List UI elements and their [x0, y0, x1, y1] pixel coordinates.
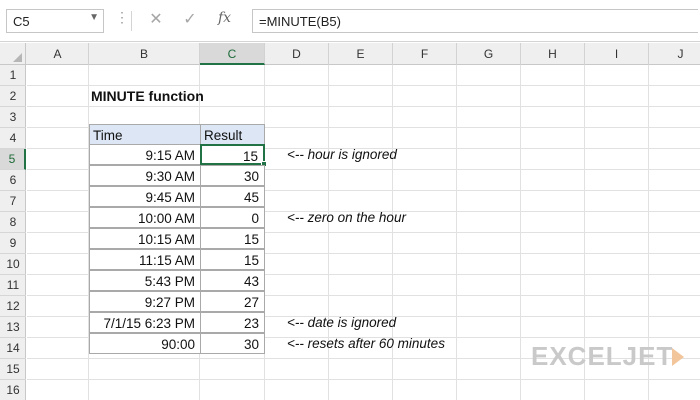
- row-header-11[interactable]: 11: [0, 275, 26, 296]
- time-cell[interactable]: 10:15 AM: [89, 228, 201, 249]
- row-headers: 1 2 3 4 5 6 7 8 9 10 11 12 13 14 15 16: [0, 65, 26, 400]
- row-header-12[interactable]: 12: [0, 296, 26, 317]
- column-header-c[interactable]: C: [200, 43, 265, 65]
- row-header-10[interactable]: 10: [0, 254, 26, 275]
- row-header-16[interactable]: 16: [0, 380, 26, 400]
- header-result[interactable]: Result: [200, 124, 265, 145]
- time-cell[interactable]: 10:00 AM: [89, 207, 201, 228]
- column-headers: ABCDEFGHIJ: [0, 43, 700, 65]
- column-header-j[interactable]: J: [649, 43, 700, 65]
- column-header-d[interactable]: D: [265, 43, 329, 65]
- column-header-b[interactable]: B: [89, 43, 200, 65]
- row-header-9[interactable]: 9: [0, 233, 26, 254]
- row-header-6[interactable]: 6: [0, 170, 26, 191]
- row-header-7[interactable]: 7: [0, 191, 26, 212]
- column-header-i[interactable]: I: [585, 43, 649, 65]
- name-box[interactable]: C5 ▼: [6, 9, 104, 33]
- more-options-icon[interactable]: ⋮: [115, 9, 129, 26]
- row-header-5[interactable]: 5: [0, 149, 26, 170]
- exceljet-logo-mark: [672, 348, 684, 366]
- annotation-note[interactable]: <-- zero on the hour: [287, 207, 406, 228]
- annotation-note[interactable]: <-- date is ignored: [287, 312, 396, 333]
- name-box-value: C5: [13, 14, 30, 29]
- selected-result-cell[interactable]: 15: [200, 144, 265, 165]
- result-cell[interactable]: 15: [200, 249, 265, 270]
- result-cell[interactable]: 27: [200, 291, 265, 312]
- row-header-2[interactable]: 2: [0, 86, 26, 107]
- time-cell[interactable]: 5:43 PM: [89, 270, 201, 291]
- row-header-1[interactable]: 1: [0, 65, 26, 86]
- annotation-note[interactable]: <-- hour is ignored: [287, 144, 397, 165]
- row-header-3[interactable]: 3: [0, 107, 26, 128]
- row-header-15[interactable]: 15: [0, 359, 26, 380]
- select-all-button[interactable]: [0, 43, 26, 65]
- column-header-a[interactable]: A: [27, 43, 89, 65]
- cancel-icon[interactable]: ✕: [146, 9, 166, 29]
- time-cell[interactable]: 9:15 AM: [89, 144, 201, 165]
- time-cell[interactable]: 7/1/15 6:23 PM: [89, 312, 201, 333]
- result-cell[interactable]: 45: [200, 186, 265, 207]
- time-cell[interactable]: 9:30 AM: [89, 165, 201, 186]
- exceljet-logo: EXCELJET: [531, 341, 674, 371]
- row-header-13[interactable]: 13: [0, 317, 26, 338]
- row-header-8[interactable]: 8: [0, 212, 26, 233]
- enter-icon[interactable]: ✓: [180, 9, 200, 29]
- time-cell[interactable]: 11:15 AM: [89, 249, 201, 270]
- row-header-4[interactable]: 4: [0, 128, 26, 149]
- chevron-down-icon[interactable]: ▼: [89, 12, 99, 23]
- time-cell[interactable]: 90:00: [89, 333, 201, 354]
- grid-row-line: [27, 379, 700, 380]
- header-time[interactable]: Time: [89, 124, 201, 145]
- result-cell[interactable]: 43: [200, 270, 265, 291]
- result-cell[interactable]: 30: [200, 165, 265, 186]
- column-header-f[interactable]: F: [393, 43, 457, 65]
- time-cell[interactable]: 9:45 AM: [89, 186, 201, 207]
- formula-bar: C5 ▼ ⋮ ✕ ✓ fx =MINUTE(B5): [0, 0, 700, 42]
- select-all-icon: [13, 53, 22, 62]
- sheet-title[interactable]: MINUTE function: [91, 86, 204, 107]
- row-header-14[interactable]: 14: [0, 338, 26, 359]
- annotation-note[interactable]: <-- resets after 60 minutes: [287, 333, 445, 354]
- insert-function-icon[interactable]: fx: [218, 10, 231, 26]
- grid-column-line: [456, 65, 457, 400]
- formula-input[interactable]: =MINUTE(B5): [252, 9, 698, 33]
- result-cell[interactable]: 30: [200, 333, 265, 354]
- time-cell[interactable]: 9:27 PM: [89, 291, 201, 312]
- result-cell[interactable]: 15: [200, 228, 265, 249]
- column-header-g[interactable]: G: [457, 43, 521, 65]
- divider: [131, 11, 132, 31]
- column-header-e[interactable]: E: [329, 43, 393, 65]
- column-header-h[interactable]: H: [521, 43, 585, 65]
- result-cell[interactable]: 0: [200, 207, 265, 228]
- result-cell[interactable]: 23: [200, 312, 265, 333]
- grid-column-line: [520, 65, 521, 400]
